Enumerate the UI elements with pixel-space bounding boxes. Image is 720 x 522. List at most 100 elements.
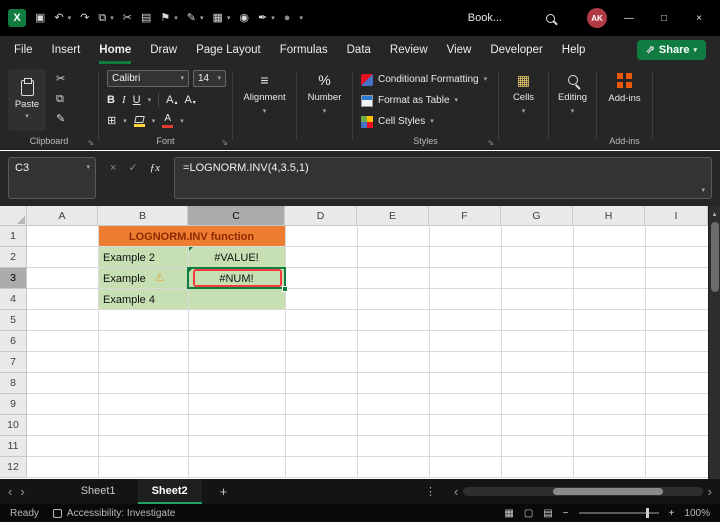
menu-tab-review[interactable]: Review	[390, 36, 428, 64]
new-sheet-button[interactable]: +	[220, 484, 228, 499]
cancel-button[interactable]: ×	[110, 163, 116, 174]
chevron-down-icon[interactable]: ▾	[86, 164, 90, 171]
formula-bar-expand-icon[interactable]: ▾	[701, 187, 705, 194]
minimize-button[interactable]: —	[616, 13, 642, 24]
addins-icon[interactable]	[617, 73, 632, 88]
format-painter-button[interactable]: ✎	[56, 114, 65, 125]
font-name-select[interactable]: Calibri ▾	[107, 70, 189, 87]
cell-C4[interactable]	[188, 289, 285, 310]
cell-B3[interactable]: Example ⚠	[98, 268, 188, 289]
column-header-G[interactable]: G	[501, 206, 573, 226]
chevron-down-icon[interactable]: ▾	[148, 97, 152, 104]
redo-icon[interactable]: ↷	[80, 12, 89, 24]
paste-button[interactable]: Paste ▾	[8, 69, 46, 131]
zoom-level[interactable]: 100%	[684, 508, 710, 519]
sheet-tab-sheet1[interactable]: Sheet1	[67, 479, 130, 504]
vertical-scrollbar[interactable]: ▴	[708, 206, 720, 479]
sheet-scroll-left-icon[interactable]: ‹	[8, 485, 12, 498]
account-avatar[interactable]: AK	[587, 8, 607, 28]
chevron-down-icon[interactable]: ▾	[152, 118, 156, 125]
editing-group-button[interactable]: Editing ▾	[549, 64, 596, 150]
zoom-in-button[interactable]: +	[669, 508, 675, 519]
row-header-7[interactable]: 7	[0, 352, 27, 373]
page-break-view-icon[interactable]: ▤	[543, 508, 552, 519]
font-color-button[interactable]: A	[162, 114, 174, 128]
row-header-3[interactable]: 3	[0, 268, 27, 289]
name-box[interactable]: C3 ▾	[8, 157, 96, 199]
column-header-I[interactable]: I	[645, 206, 708, 226]
vertical-scrollbar-thumb[interactable]	[711, 222, 719, 292]
sheet-options-icon[interactable]: ⋮	[425, 485, 436, 498]
error-options-warning-icon[interactable]: ⚠	[155, 273, 165, 284]
row-header-4[interactable]: 4	[0, 289, 27, 310]
chevron-down-icon[interactable]: ▾	[68, 15, 72, 22]
conditional-formatting-button[interactable]: Conditional Formatting ▾	[361, 70, 487, 89]
menu-tab-formulas[interactable]: Formulas	[280, 36, 328, 64]
fill-handle[interactable]	[282, 286, 288, 292]
table-icon[interactable]: ▦	[212, 12, 222, 24]
zoom-slider[interactable]	[578, 508, 659, 518]
menu-tab-view[interactable]: View	[447, 36, 472, 64]
row-header-5[interactable]: 5	[0, 310, 27, 331]
scroll-right-icon[interactable]: ›	[708, 485, 712, 498]
menu-tab-draw[interactable]: Draw	[150, 36, 177, 64]
formula-input[interactable]: =LOGNORM.INV(4,3.5,1) ▾	[174, 157, 712, 199]
italic-button[interactable]: I	[122, 94, 126, 106]
alignment-group-button[interactable]: ≡ Alignment ▾	[233, 64, 296, 150]
font-dialog-launcher[interactable]: ⇘	[221, 138, 228, 147]
horizontal-scrollbar[interactable]: ‹ ›	[454, 485, 712, 498]
cell-C2[interactable]: #VALUE!	[188, 247, 285, 268]
record-icon[interactable]: ●	[284, 12, 291, 24]
cut-button[interactable]: ✂	[56, 74, 65, 85]
font-size-select[interactable]: 14 ▾	[193, 70, 226, 87]
cell-styles-button[interactable]: Cell Styles ▾	[361, 112, 434, 131]
enter-button[interactable]: ✓	[128, 163, 137, 174]
menu-tab-insert[interactable]: Insert	[52, 36, 81, 64]
menu-tab-home[interactable]: Home	[99, 36, 131, 64]
grow-font-button[interactable]: A ▴	[166, 94, 177, 106]
copy-icon[interactable]: ⧉	[98, 12, 106, 24]
select-all-button[interactable]	[0, 206, 27, 226]
chevron-down-icon[interactable]: ▾	[200, 15, 204, 22]
search-icon[interactable]	[546, 13, 555, 23]
zoom-slider-thumb[interactable]	[645, 508, 649, 518]
menu-tab-page-layout[interactable]: Page Layout	[196, 36, 261, 64]
column-header-E[interactable]: E	[357, 206, 429, 226]
zoom-out-button[interactable]: −	[563, 508, 569, 519]
sheet-tab-sheet2[interactable]: Sheet2	[137, 479, 202, 504]
chevron-down-icon[interactable]: ▾	[227, 15, 231, 22]
menu-tab-help[interactable]: Help	[562, 36, 586, 64]
number-group-button[interactable]: % Number ▾	[297, 64, 352, 150]
cells-group-button[interactable]: ▦ Cells ▾	[499, 64, 548, 150]
cell-B2[interactable]: Example 2	[98, 247, 188, 268]
column-header-F[interactable]: F	[429, 206, 501, 226]
addins-button-label[interactable]: Add-ins	[608, 93, 640, 104]
pages-icon[interactable]: ▤	[141, 12, 151, 24]
row-header-9[interactable]: 9	[0, 394, 27, 415]
normal-view-icon[interactable]: ▦	[504, 508, 513, 519]
shrink-font-button[interactable]: A ▾	[184, 94, 195, 106]
styles-dialog-launcher[interactable]: ⇘	[487, 138, 494, 147]
bold-button[interactable]: B	[107, 94, 115, 106]
underline-button[interactable]: U	[133, 94, 141, 106]
close-button[interactable]: ×	[686, 13, 712, 24]
undo-icon[interactable]: ↶	[54, 12, 63, 24]
chevron-down-icon[interactable]: ▾	[299, 15, 303, 22]
format-painter-icon[interactable]: ✎	[187, 12, 196, 24]
share-button[interactable]: ⇗ Share ▾	[636, 40, 706, 60]
row-header-11[interactable]: 11	[0, 436, 27, 457]
flag-icon[interactable]: ⚑	[160, 12, 170, 24]
cell-C3[interactable]: #NUM!	[188, 268, 285, 289]
borders-button[interactable]: ⊞	[107, 115, 116, 127]
cut-icon[interactable]: ✂	[123, 12, 132, 24]
row-header-8[interactable]: 8	[0, 373, 27, 394]
menu-tab-data[interactable]: Data	[347, 36, 371, 64]
save-icon[interactable]: ▣	[35, 12, 45, 24]
row-header-10[interactable]: 10	[0, 415, 27, 436]
menu-tab-developer[interactable]: Developer	[490, 36, 542, 64]
column-header-B[interactable]: B	[98, 206, 188, 226]
sheet-scroll-right-icon[interactable]: ›	[20, 485, 24, 498]
row-header-6[interactable]: 6	[0, 331, 27, 352]
column-header-C[interactable]: C	[188, 206, 285, 226]
insert-function-button[interactable]: ƒx	[150, 163, 160, 174]
